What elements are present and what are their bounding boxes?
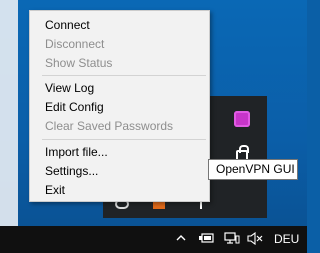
volume-muted-icon[interactable] xyxy=(247,232,263,245)
openvpn-icon[interactable] xyxy=(234,111,250,127)
menu-item-exit[interactable]: Exit xyxy=(30,181,209,200)
desktop-window-edge xyxy=(0,0,18,253)
menu-separator xyxy=(42,139,206,140)
chevron-up-icon[interactable] xyxy=(176,233,186,243)
battery-icon[interactable] xyxy=(199,233,214,244)
menu-item-import-file[interactable]: Import file... xyxy=(30,143,209,162)
taskbar: DEU xyxy=(0,226,307,253)
menu-item-disconnect[interactable]: Disconnect xyxy=(30,35,209,54)
menu-item-show-status[interactable]: Show Status xyxy=(30,54,209,73)
network-icon[interactable] xyxy=(224,232,240,244)
openvpn-context-menu: Connect Disconnect Show Status View Log … xyxy=(29,10,210,202)
input-language-indicator[interactable]: DEU xyxy=(274,232,299,246)
menu-item-edit-config[interactable]: Edit Config xyxy=(30,98,209,117)
menu-item-view-log[interactable]: View Log xyxy=(30,79,209,98)
menu-separator xyxy=(42,75,206,76)
menu-item-clear-saved-passwords[interactable]: Clear Saved Passwords xyxy=(30,117,209,136)
openvpn-tooltip: OpenVPN GUI xyxy=(208,159,298,180)
menu-item-connect[interactable]: Connect xyxy=(30,16,209,35)
menu-item-settings[interactable]: Settings... xyxy=(30,162,209,181)
